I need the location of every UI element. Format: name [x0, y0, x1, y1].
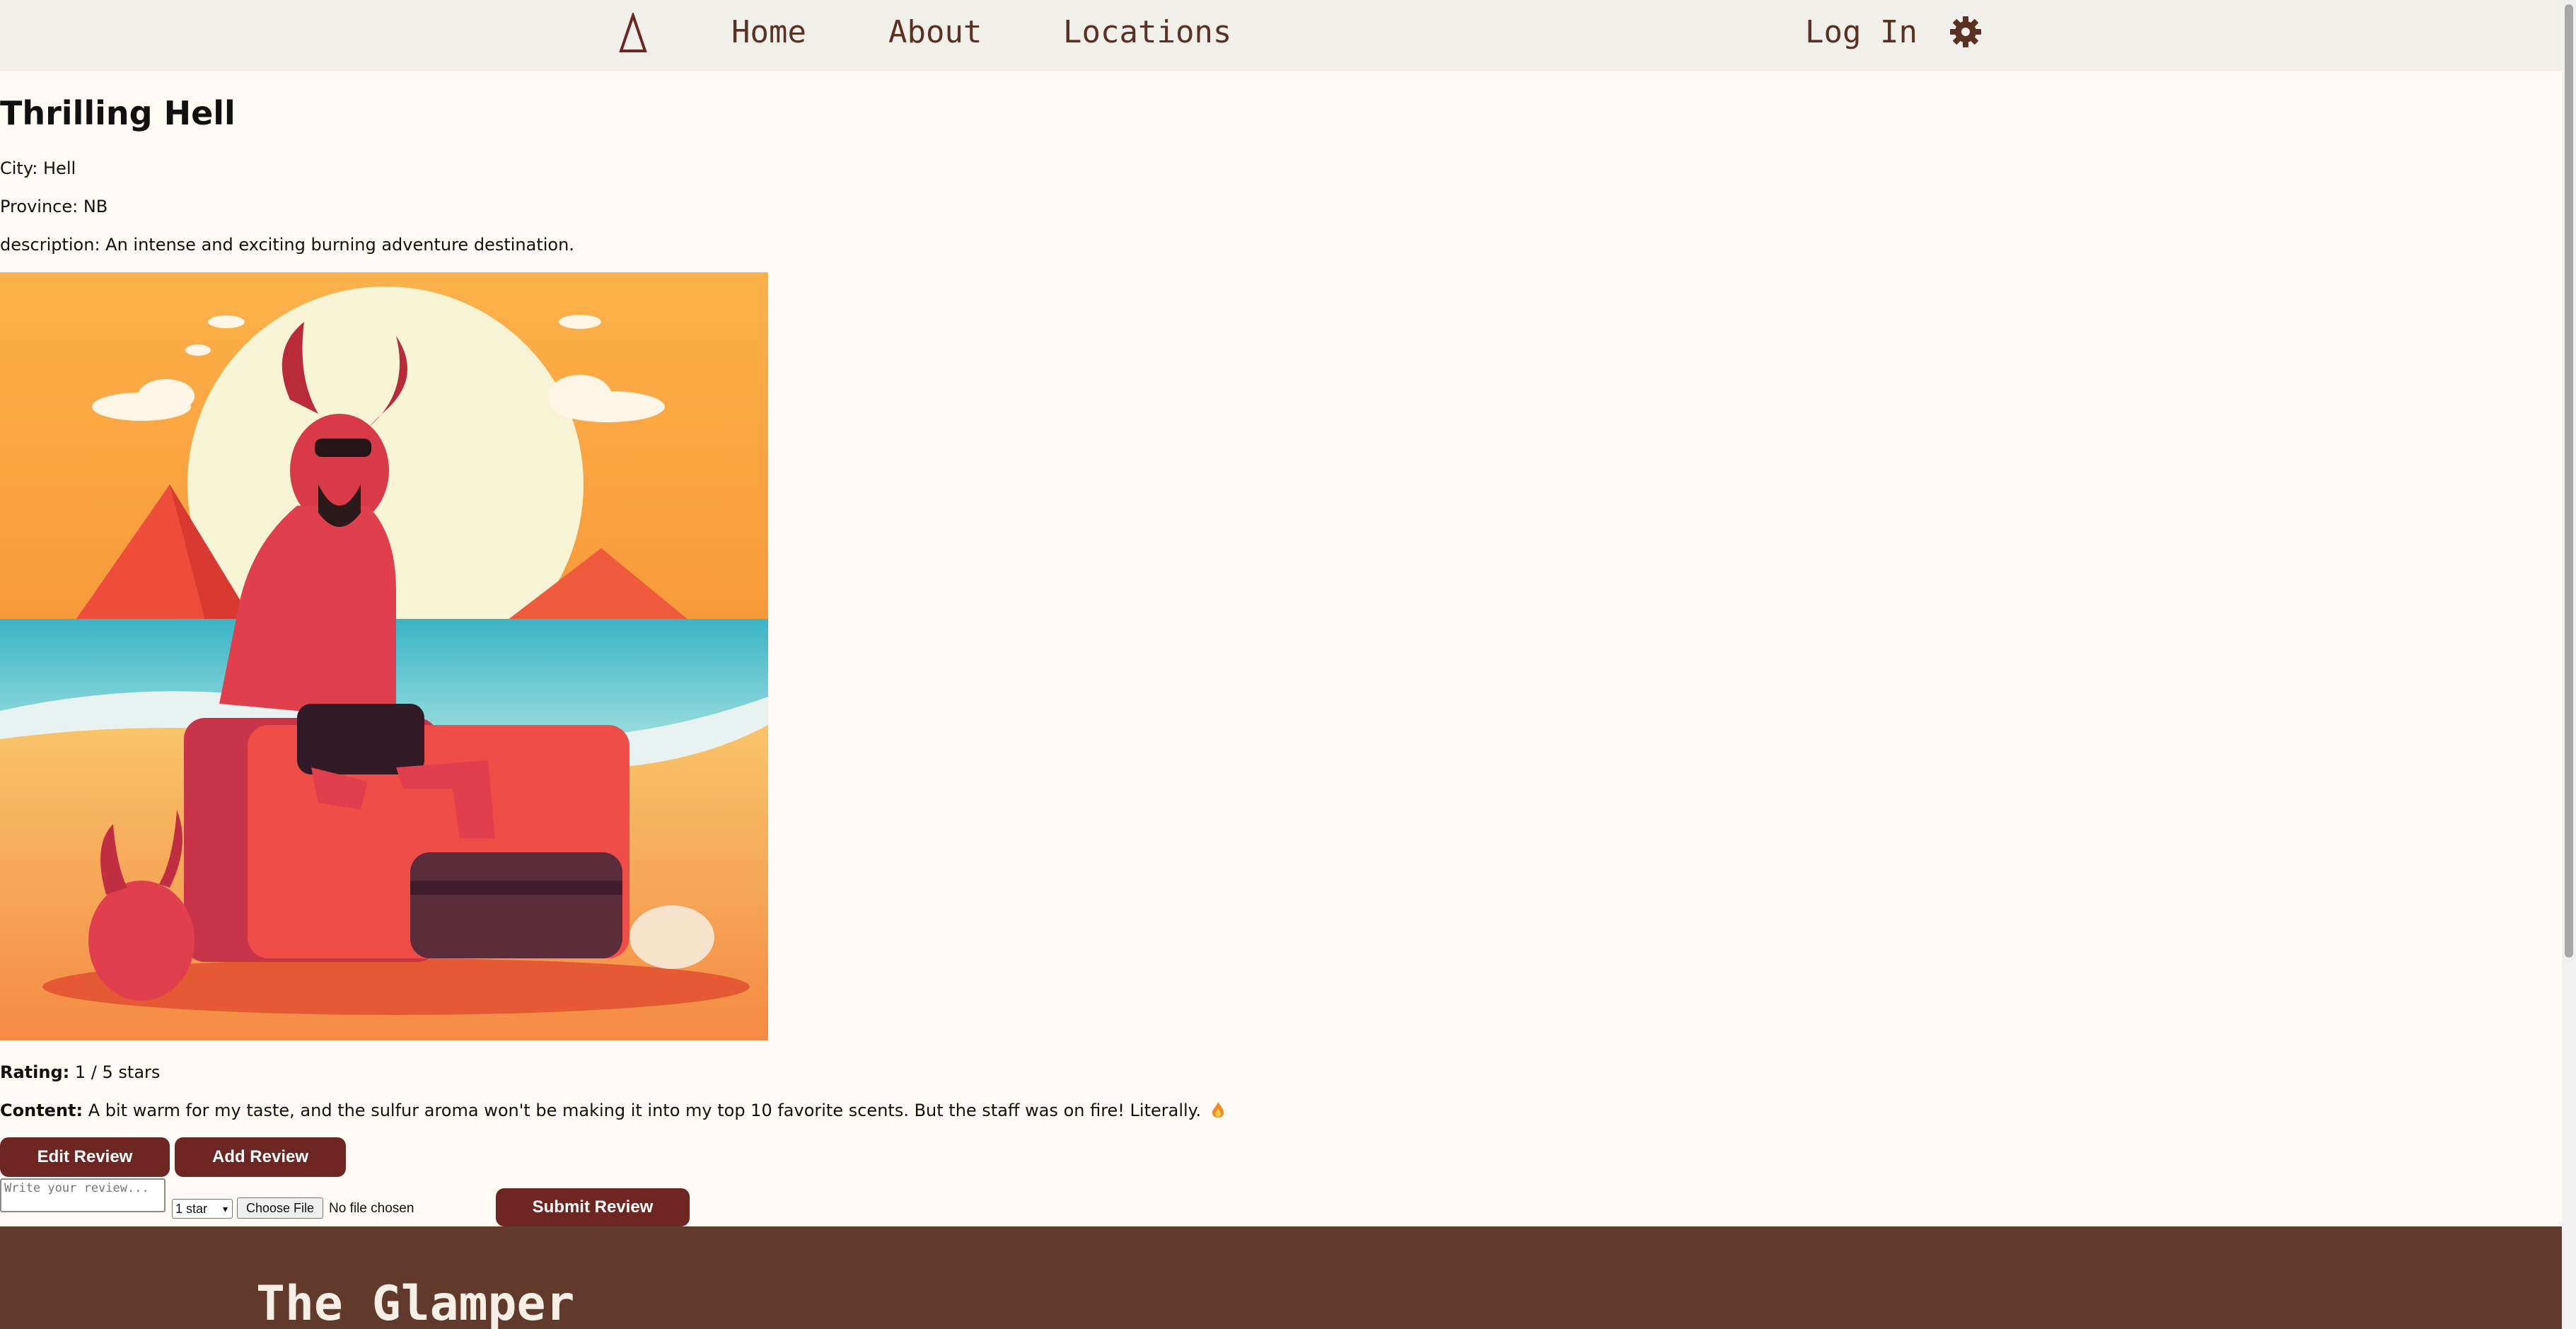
page: Home About Locations Log In Thrilling He… [0, 0, 2576, 1329]
rating-label: Rating: [0, 1062, 70, 1082]
file-status-text: No file chosen [329, 1201, 414, 1216]
star-select-value: 1 star [175, 1202, 208, 1216]
review-content: Content: A bit warm for my taste, and th… [0, 1099, 1225, 1122]
review-text-input[interactable] [0, 1178, 166, 1212]
footer-title: The Glamper [256, 1276, 575, 1329]
chevron-down-icon: ▾ [222, 1203, 228, 1214]
flame-icon [1212, 1102, 1224, 1118]
scrollbar[interactable] [2562, 0, 2576, 1329]
edit-review-button[interactable]: Edit Review [0, 1137, 170, 1177]
nav-about-link[interactable]: About [888, 13, 982, 52]
content-value: A bit warm for my taste, and the sulfur … [88, 1101, 1202, 1120]
submit-review-button[interactable]: Submit Review [496, 1188, 690, 1226]
footer: The Glamper [0, 1226, 2562, 1329]
top-navbar: Home About Locations Log In [0, 0, 2562, 69]
content-label: Content: [0, 1101, 83, 1120]
nav-login-link[interactable]: Log In [1805, 13, 1918, 52]
location-city: City: Hell [0, 158, 76, 178]
add-review-button[interactable]: Add Review [175, 1137, 346, 1177]
scrollbar-thumb[interactable] [2565, 4, 2573, 958]
nav-home-link[interactable]: Home [731, 13, 806, 52]
location-title: Thrilling Hell [0, 94, 236, 132]
review-rating: Rating: 1 / 5 stars [0, 1061, 160, 1084]
choose-file-button[interactable]: Choose File [237, 1197, 323, 1219]
rating-value: 1 / 5 stars [74, 1062, 161, 1082]
location-description: description: An intense and exciting bur… [0, 235, 574, 255]
location-image [0, 272, 768, 1040]
location-province: Province: NB [0, 197, 108, 216]
star-rating-select[interactable]: 1 star ▾ [172, 1199, 233, 1219]
nav-locations-link[interactable]: Locations [1063, 13, 1231, 52]
delta-triangle-icon[interactable] [617, 13, 649, 54]
gear-icon[interactable] [1949, 15, 1983, 49]
